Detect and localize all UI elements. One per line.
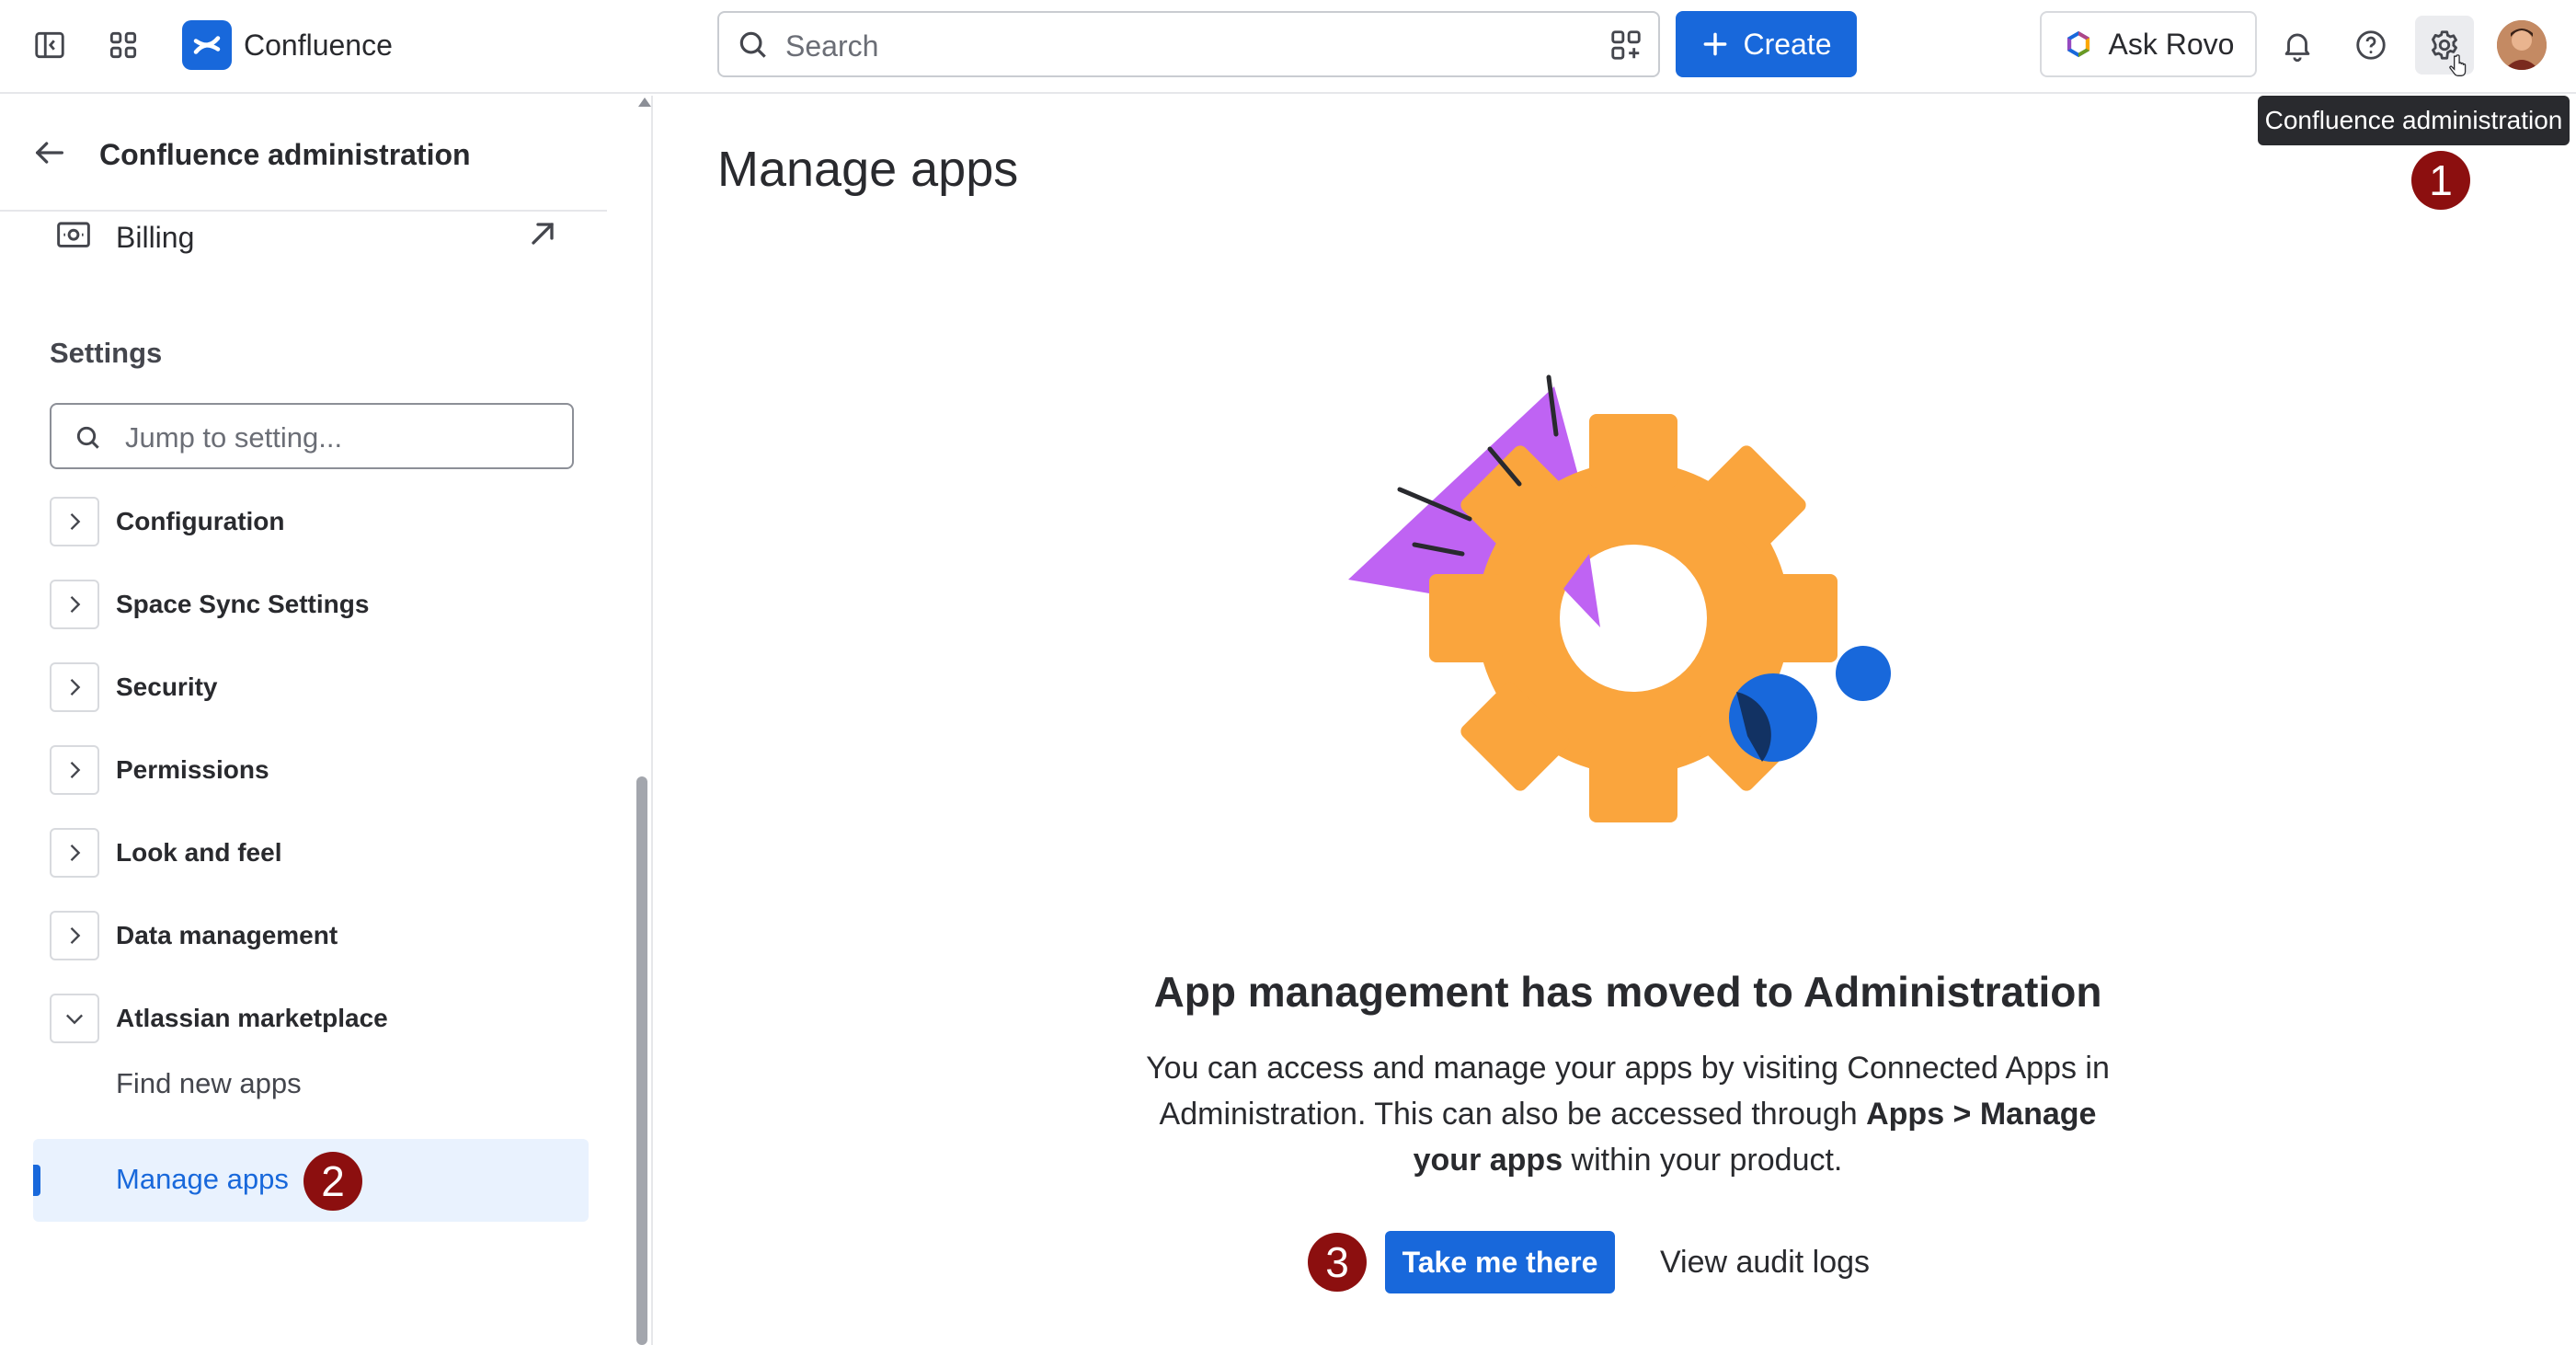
sidebar-scrollbar[interactable]	[635, 96, 651, 1345]
chevron-right-icon[interactable]	[50, 662, 99, 712]
scroll-thumb[interactable]	[636, 776, 647, 1345]
sidebar-item-data-management[interactable]: Data management	[50, 909, 601, 964]
settings-button[interactable]	[2415, 16, 2474, 76]
scroll-up-icon[interactable]	[638, 98, 651, 107]
sidebar-item-atlassian-marketplace[interactable]: Atlassian marketplace	[50, 992, 601, 1047]
sidebar-toggle-button[interactable]	[20, 16, 79, 75]
search-icon	[76, 426, 99, 449]
plus-icon	[1704, 32, 1727, 56]
billing-label: Billing	[116, 221, 195, 254]
billing-icon	[57, 222, 90, 247]
nav-label: Space Sync Settings	[116, 590, 370, 618]
settings-heading: Settings	[50, 337, 163, 369]
page-title: Manage apps	[717, 142, 1019, 197]
sidebar-item-security[interactable]: Security	[50, 661, 601, 716]
take-me-there-button[interactable]: Take me there	[1385, 1231, 1615, 1293]
chevron-right-icon[interactable]	[50, 911, 99, 960]
jump-to-setting-input[interactable]: Jump to setting...	[50, 403, 574, 469]
confluence-logo-icon[interactable]	[182, 20, 232, 70]
app-switcher-icon	[109, 31, 137, 59]
sidebar-item-look-and-feel[interactable]: Look and feel	[50, 826, 601, 881]
nav-label: Security	[116, 672, 218, 701]
apps-add-icon[interactable]	[1609, 28, 1643, 63]
sidebar-item-space-sync[interactable]: Space Sync Settings	[50, 578, 601, 633]
create-button[interactable]: Create	[1676, 11, 1857, 77]
settings-tooltip: Confluence administration	[2258, 96, 2570, 145]
ask-rovo-label: Ask Rovo	[2108, 27, 2235, 61]
rovo-icon	[2067, 30, 2089, 58]
external-link-icon	[532, 223, 554, 245]
nav-label: Atlassian marketplace	[116, 1004, 388, 1032]
sidebar-item-find-new-apps[interactable]: Find new apps	[116, 1067, 302, 1100]
step-1-badge: 1	[2411, 151, 2470, 210]
sidebar-header: Confluence administration	[0, 96, 607, 212]
chevron-down-icon[interactable]	[50, 994, 99, 1043]
view-audit-logs-button[interactable]: View audit logs	[1631, 1231, 1898, 1293]
chevron-right-icon[interactable]	[50, 497, 99, 546]
help-button[interactable]	[2341, 16, 2400, 75]
nav-label: Permissions	[116, 755, 269, 784]
description-text-end: within your product.	[1563, 1143, 1843, 1178]
jump-placeholder: Jump to setting...	[125, 421, 343, 454]
ask-rovo-button[interactable]: Ask Rovo	[2040, 11, 2257, 77]
nav-label: Data management	[116, 921, 338, 949]
gear-illustration	[1348, 374, 1891, 822]
manage-apps-label[interactable]: Manage apps	[116, 1163, 289, 1196]
step-2-badge: 2	[303, 1152, 362, 1211]
empty-state-heading: App management has moved to Administrati…	[1153, 968, 2102, 1016]
sidebar-title: Confluence administration	[99, 138, 471, 171]
search-icon	[739, 31, 766, 58]
notifications-button[interactable]	[2268, 16, 2327, 75]
sidebar-item-permissions[interactable]: Permissions	[50, 743, 601, 799]
sidebar-item-configuration[interactable]: Configuration	[50, 495, 601, 550]
chevron-right-icon[interactable]	[50, 580, 99, 629]
app-switcher-button[interactable]	[94, 16, 153, 75]
create-label: Create	[1743, 27, 1832, 61]
mouse-cursor-icon	[2449, 54, 2467, 76]
admin-sidebar: Confluence administration Billing Settin…	[0, 96, 653, 1345]
active-indicator	[33, 1165, 40, 1196]
sidebar-toggle-icon	[35, 31, 64, 59]
avatar[interactable]	[2497, 20, 2547, 70]
search-input[interactable]: Search	[717, 11, 1660, 77]
sidebar-item-billing[interactable]: Billing	[55, 210, 561, 261]
empty-state-description: You can access and manage your apps by v…	[1122, 1045, 2134, 1183]
help-icon	[2356, 30, 2386, 60]
step-3-badge: 3	[1308, 1233, 1367, 1292]
nav-label: Configuration	[116, 507, 285, 535]
app-name[interactable]: Confluence	[244, 28, 393, 63]
search-placeholder: Search	[785, 29, 879, 63]
chevron-right-icon[interactable]	[50, 745, 99, 795]
chevron-right-icon[interactable]	[50, 828, 99, 878]
top-navigation: Confluence Search Create Ask Rovo	[0, 0, 2576, 94]
nav-label: Look and feel	[116, 838, 282, 867]
bell-icon	[2284, 33, 2310, 62]
back-arrow-icon[interactable]	[31, 134, 68, 171]
